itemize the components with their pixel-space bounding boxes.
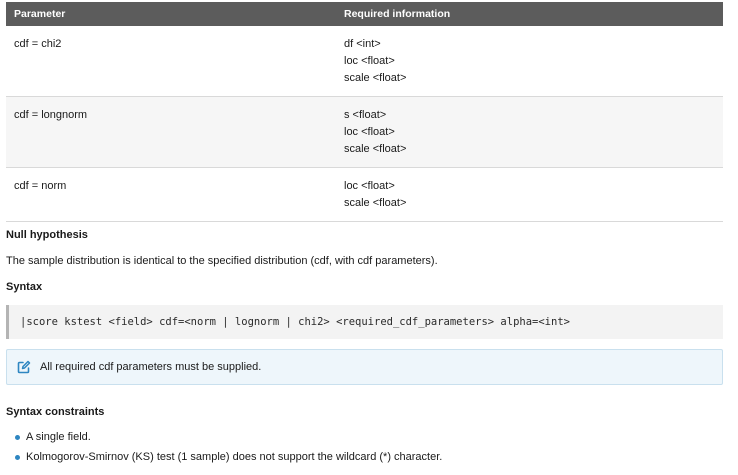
constraint-text: Kolmogorov-Smirnov (KS) test (1 sample) … [26, 451, 443, 463]
syntax-code-block[interactable]: |score kstest <field> cdf=<norm | lognor… [6, 305, 723, 339]
table-header-row: Parameter Required information [6, 2, 723, 26]
edit-note-icon [17, 360, 31, 374]
column-header-parameter: Parameter [6, 2, 336, 26]
syntax-code: |score kstest <field> cdf=<norm | lognor… [20, 316, 570, 328]
table-row: cdf = longnorm s <float> loc <float> sca… [6, 96, 723, 168]
parameter-table: Parameter Required information cdf = chi… [6, 2, 723, 222]
list-item: Kolmogorov-Smirnov (KS) test (1 sample) … [6, 450, 442, 470]
column-header-required-information: Required information [336, 2, 723, 26]
required-item: scale <float> [344, 197, 407, 209]
required-item: loc <float> [344, 55, 395, 67]
required-item: loc <float> [344, 126, 395, 138]
required-info-cell: s <float> loc <float> scale <float> [336, 96, 723, 168]
syntax-constraints-heading: Syntax constraints [6, 406, 105, 418]
null-hypothesis-text: The sample distribution is identical to … [6, 255, 438, 267]
documentation-page: Parameter Required information cdf = chi… [0, 0, 738, 475]
note-text: All required cdf parameters must be supp… [40, 361, 262, 373]
bullet-icon [15, 455, 20, 460]
table-row: cdf = chi2 df <int> loc <float> scale <f… [6, 26, 723, 97]
note-callout: All required cdf parameters must be supp… [6, 349, 723, 385]
required-item: s <float> [344, 109, 387, 121]
bullet-icon [15, 435, 20, 440]
required-item: loc <float> [344, 180, 395, 192]
parameter-cell: cdf = longnorm [6, 96, 336, 168]
required-item: scale <float> [344, 72, 407, 84]
null-hypothesis-heading: Null hypothesis [6, 229, 88, 241]
constraints-list: A single field. Kolmogorov-Smirnov (KS) … [6, 430, 442, 470]
required-info-cell: loc <float> scale <float> [336, 167, 723, 222]
parameter-cell: cdf = norm [6, 167, 336, 222]
required-item: scale <float> [344, 143, 407, 155]
table-row: cdf = norm loc <float> scale <float> [6, 167, 723, 222]
required-item: df <int> [344, 38, 381, 50]
list-item: A single field. [6, 430, 442, 450]
required-info-cell: df <int> loc <float> scale <float> [336, 26, 723, 97]
constraint-text: A single field. [26, 431, 91, 443]
syntax-heading: Syntax [6, 281, 43, 293]
parameter-cell: cdf = chi2 [6, 26, 336, 97]
